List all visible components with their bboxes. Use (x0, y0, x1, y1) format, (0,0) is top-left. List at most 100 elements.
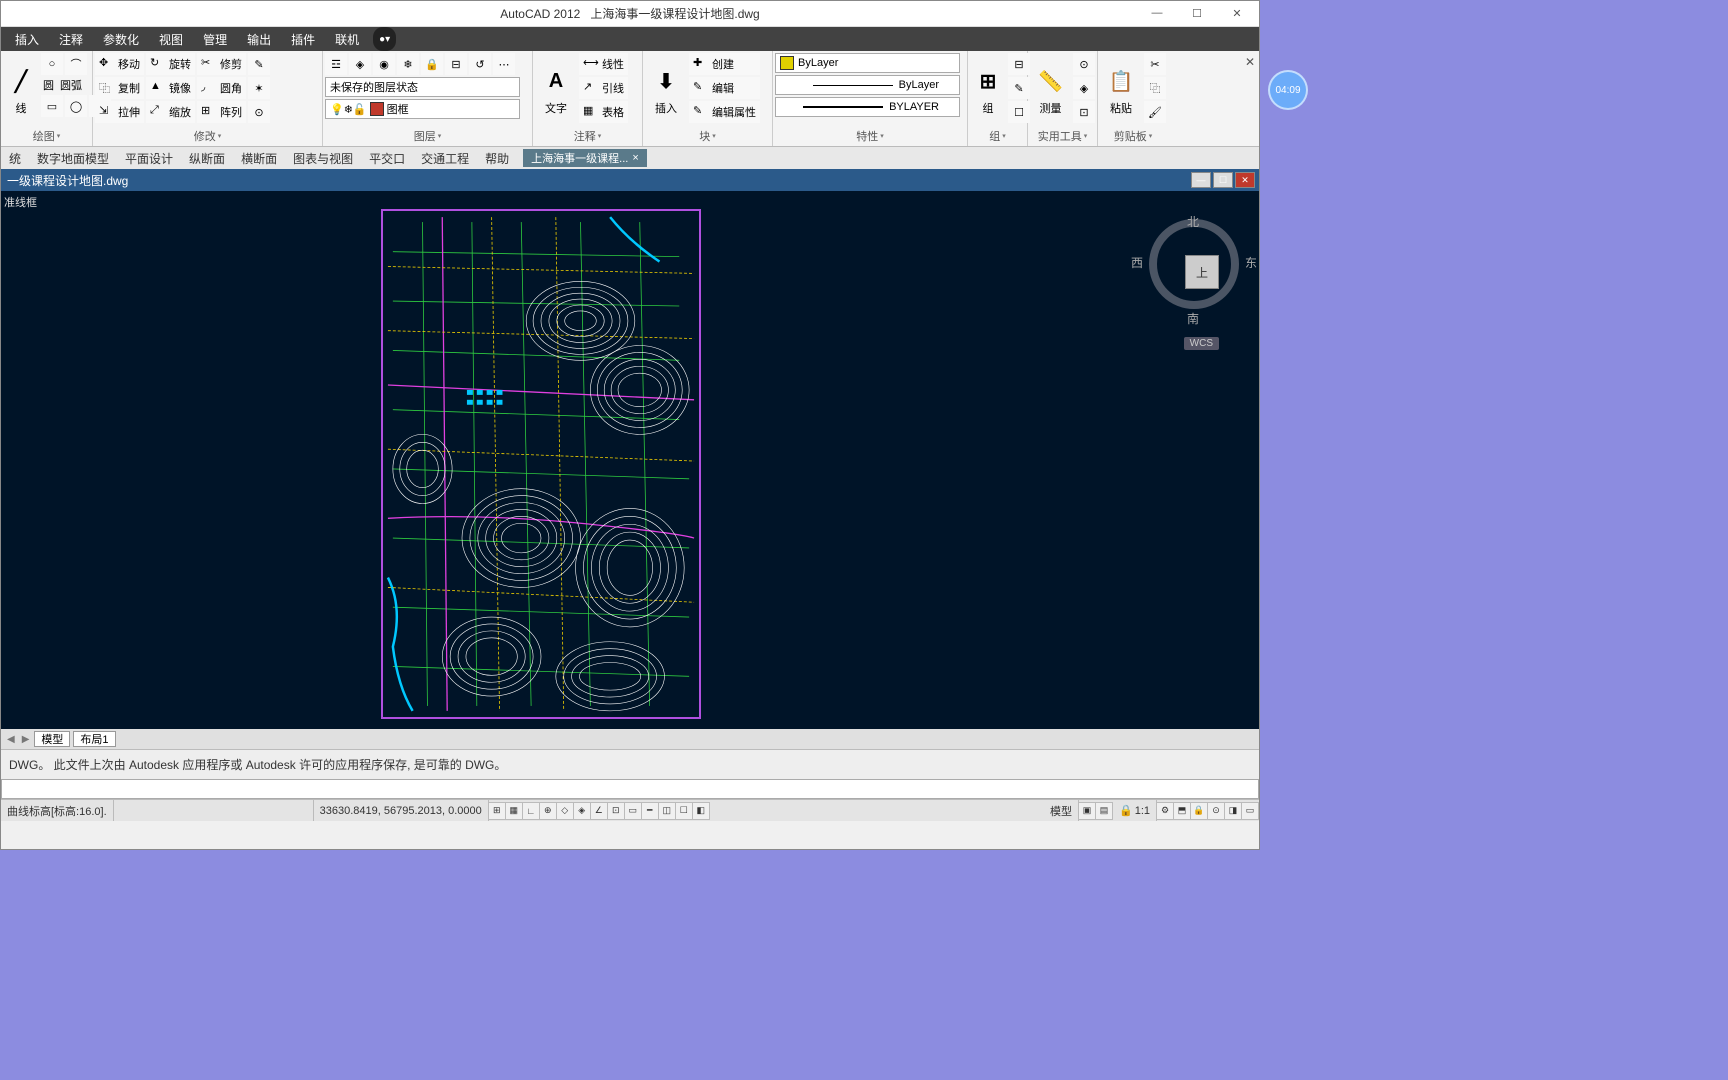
edit-attr-button[interactable]: ✎编辑属性 (689, 101, 760, 123)
ducs-toggle-icon[interactable]: ⊡ (607, 802, 625, 820)
status-hw-icon[interactable]: ⊙ (1207, 802, 1225, 820)
qp-toggle-icon[interactable]: ☐ (675, 802, 693, 820)
stretch-button[interactable]: ⇲拉伸 (95, 101, 144, 123)
tab-insert[interactable]: 插入 (5, 27, 49, 51)
ellipse-icon[interactable]: ◯ (65, 95, 87, 117)
trim-button[interactable]: ✂修剪 (197, 53, 246, 75)
help-toggle-icon[interactable]: ●▾ (373, 27, 396, 51)
array-button[interactable]: ⊞阵列 (197, 101, 246, 123)
layer-more-icon[interactable]: ⋯ (493, 53, 515, 75)
measure-button[interactable]: 📏测量 (1030, 53, 1071, 128)
status-anno-icon[interactable]: ⚙ (1156, 802, 1174, 820)
menu-intersection[interactable]: 平交口 (361, 150, 413, 167)
viewcube[interactable]: 上 北 南 西 东 (1149, 219, 1239, 309)
wcs-badge[interactable]: WCS (1184, 337, 1219, 350)
doc-maximize-button[interactable]: ☐ (1213, 172, 1233, 188)
layer-iso-icon[interactable]: ◈ (349, 53, 371, 75)
viewcube-top[interactable]: 上 (1185, 255, 1219, 289)
offset-icon[interactable]: ⊙ (248, 101, 270, 123)
doc-close-button[interactable]: ✕ (1235, 172, 1255, 188)
layer-match-icon[interactable]: ⊟ (445, 53, 467, 75)
leader-button[interactable]: ↗引线 (579, 77, 628, 99)
status-clean-icon[interactable]: ▭ (1241, 802, 1259, 820)
edit-block-button[interactable]: ✎编辑 (689, 77, 760, 99)
insert-block-button[interactable]: ⬇插入 (645, 53, 687, 128)
menu-traffic[interactable]: 交通工程 (413, 150, 477, 167)
status-lock-icon[interactable]: 🔒 (1190, 802, 1208, 820)
status-scale[interactable]: 1:1 (1135, 805, 1150, 817)
sc-toggle-icon[interactable]: ◧ (692, 802, 710, 820)
tab-manage[interactable]: 管理 (193, 27, 237, 51)
menu-system[interactable]: 统 (1, 150, 29, 167)
group-button[interactable]: ⊞组 (970, 53, 1006, 128)
line-button[interactable]: ╱线 (3, 53, 39, 128)
lineweight-dropdown[interactable]: BYLAYER (775, 97, 960, 117)
file-tab[interactable]: 上海海事一级课程...× (523, 149, 647, 167)
text-button[interactable]: A文字 (535, 53, 577, 128)
osnap-toggle-icon[interactable]: ◇ (556, 802, 574, 820)
tabs-prev-icon[interactable]: ◀ (5, 734, 17, 745)
scale-button[interactable]: ⤢缩放 (146, 101, 195, 123)
copy-button[interactable]: ⿻复制 (95, 77, 144, 99)
command-input[interactable] (1, 779, 1259, 799)
circle-button[interactable]: ○ (41, 53, 63, 75)
tab-output[interactable]: 输出 (237, 27, 281, 51)
menu-dtm[interactable]: 数字地面模型 (29, 150, 117, 167)
desktop-clock-widget[interactable]: 04:09 (1268, 70, 1308, 110)
model-canvas[interactable]: 上 北 南 西 东 WCS (1, 209, 1259, 729)
util3-icon[interactable]: ⊡ (1073, 101, 1095, 123)
doc-minimize-button[interactable]: — (1191, 172, 1211, 188)
tabs-next-icon[interactable]: ▶ (20, 734, 32, 745)
tab-close-icon[interactable]: × (632, 152, 638, 164)
layer-prev-icon[interactable]: ↺ (469, 53, 491, 75)
fillet-button[interactable]: ◞圆角 (197, 77, 246, 99)
viewcube-north[interactable]: 北 (1187, 213, 1199, 230)
layer-off-icon[interactable]: ◉ (373, 53, 395, 75)
minimize-button[interactable]: — (1137, 3, 1177, 23)
tab-parametric[interactable]: 参数化 (93, 27, 149, 51)
tab-online[interactable]: 联机 (325, 27, 369, 51)
tab-view[interactable]: 视图 (149, 27, 193, 51)
close-button[interactable]: ✕ (1217, 3, 1257, 23)
layer-lock-icon[interactable]: 🔒 (421, 53, 443, 75)
layer-state-dropdown[interactable]: 未保存的图层状态 (325, 77, 520, 97)
create-block-button[interactable]: ✚创建 (689, 53, 760, 75)
rect-icon[interactable]: ▭ (41, 95, 63, 117)
layer-current-dropdown[interactable]: 💡❄🔓 图框 (325, 99, 520, 119)
tab-plugin[interactable]: 插件 (281, 27, 325, 51)
linetype-dropdown[interactable]: ByLayer (775, 75, 960, 95)
layer-freeze-icon[interactable]: ❄ (397, 53, 419, 75)
status-model[interactable]: 模型 (1044, 800, 1079, 821)
viewcube-south[interactable]: 南 (1187, 310, 1199, 327)
color-dropdown[interactable]: ByLayer (775, 53, 960, 73)
3dosnap-toggle-icon[interactable]: ◈ (573, 802, 591, 820)
lwt-toggle-icon[interactable]: ━ (641, 802, 659, 820)
menu-help[interactable]: 帮助 (477, 150, 517, 167)
match-prop-icon[interactable]: 🖌 (1144, 101, 1166, 123)
move-button[interactable]: ✥移动 (95, 53, 144, 75)
mirror-button[interactable]: ▲镜像 (146, 77, 195, 99)
viewcube-east[interactable]: 东 (1245, 254, 1257, 271)
status-quickview-icon[interactable]: ▤ (1095, 802, 1113, 820)
group-edit-icon[interactable]: ✎ (1008, 77, 1030, 99)
snap-toggle-icon[interactable]: ⊞ (488, 802, 506, 820)
group-select-icon[interactable]: ☐ (1008, 101, 1030, 123)
paste-button[interactable]: 📋粘贴 (1100, 53, 1142, 128)
grid-toggle-icon[interactable]: ▦ (505, 802, 523, 820)
tab-model[interactable]: 模型 (34, 731, 70, 747)
util2-icon[interactable]: ◈ (1073, 77, 1095, 99)
tab-annotate[interactable]: 注释 (49, 27, 93, 51)
tab-layout1[interactable]: 布局1 (73, 731, 115, 747)
util1-icon[interactable]: ⊙ (1073, 53, 1095, 75)
status-layout-icon[interactable]: ▣ (1078, 802, 1096, 820)
menu-chart[interactable]: 图表与视图 (285, 150, 361, 167)
collapse-ribbon-icon[interactable]: ✕ (1245, 55, 1255, 69)
table-button[interactable]: ▦表格 (579, 101, 628, 123)
ungroup-icon[interactable]: ⊟ (1008, 53, 1030, 75)
annotation-scale-icon[interactable]: 🔒 (1119, 804, 1133, 817)
ortho-toggle-icon[interactable]: ∟ (522, 802, 540, 820)
viewcube-west[interactable]: 西 (1131, 254, 1143, 271)
explode-icon[interactable]: ✶ (248, 77, 270, 99)
linear-dim-button[interactable]: ⟷线性 (579, 53, 628, 75)
status-ws-icon[interactable]: ⬒ (1173, 802, 1191, 820)
